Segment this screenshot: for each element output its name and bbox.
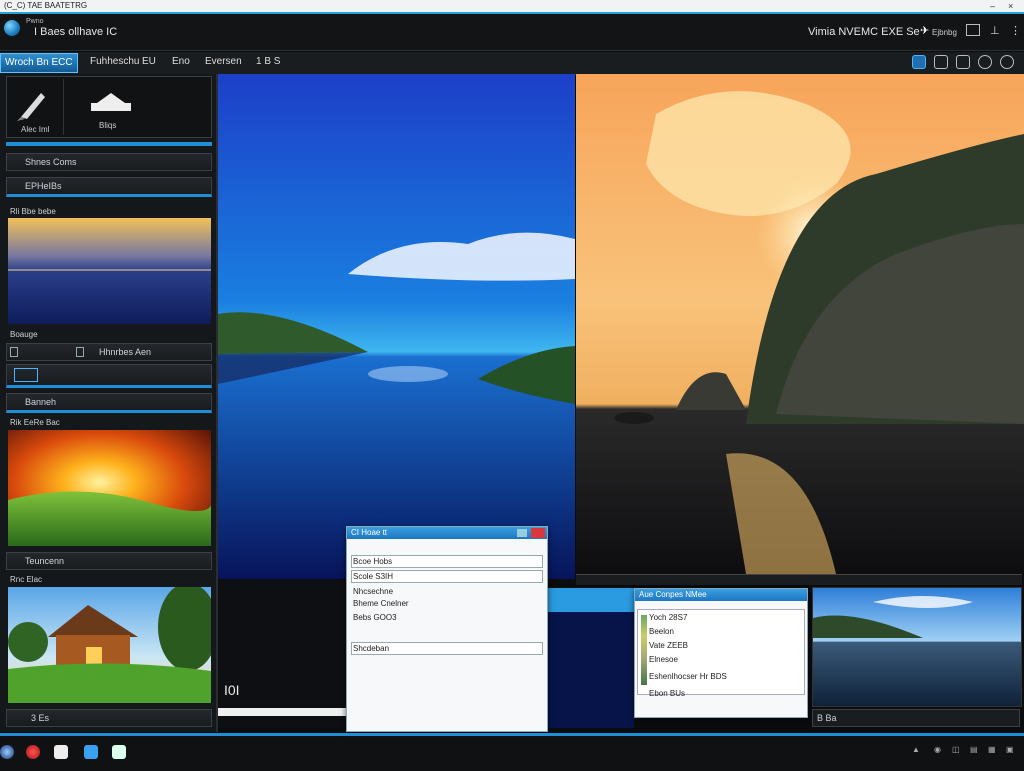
file-icon[interactable] xyxy=(76,347,84,357)
tray-notify-icon[interactable]: ▣ xyxy=(1006,745,1014,754)
dialog-row-6: Shcdeban xyxy=(353,644,390,653)
dialog-options: CI Hoae tt Bcoe Hobs Scole S3IH Nhcsechn… xyxy=(346,526,548,732)
section1-footer: Boauge xyxy=(10,330,38,339)
header-select[interactable]: Ejbnbg xyxy=(932,28,957,37)
pin-icon[interactable]: ⊥ xyxy=(990,24,1000,37)
section2-label: Rik EeRe Bac xyxy=(10,418,60,427)
draw-tool-icon[interactable] xyxy=(15,87,55,121)
file-row-2[interactable]: Beelon xyxy=(649,627,674,636)
tray-volume-icon[interactable]: ◫ xyxy=(952,745,960,754)
checkbox-icon[interactable] xyxy=(10,347,18,357)
monitor-icon[interactable] xyxy=(14,368,38,382)
tab-2[interactable]: EU xyxy=(142,56,156,67)
browser-icon[interactable] xyxy=(26,745,40,759)
panel-bottom-bar[interactable]: 3 Es xyxy=(6,709,212,727)
dialog-row-5[interactable]: Bebs GOO3 xyxy=(353,613,397,622)
section1-label: Rli Bbe bebe xyxy=(10,207,56,216)
section3-label: Rnc Elac xyxy=(10,575,43,584)
timeline-bar[interactable] xyxy=(576,574,1022,585)
dialog-row-2: Scole S3IH xyxy=(353,572,394,581)
files-icon[interactable] xyxy=(112,745,126,759)
tab-3[interactable]: Eno xyxy=(172,56,190,67)
more-icon[interactable]: ⋮ xyxy=(1010,24,1021,37)
explorer-icon[interactable] xyxy=(84,745,98,759)
file-type-icons xyxy=(641,615,647,685)
accent-divider xyxy=(6,142,212,146)
dialog-file-list-title: Aue Conpes NMee xyxy=(635,589,807,601)
dialog-close-icon[interactable] xyxy=(531,528,545,538)
app-logo-icon xyxy=(4,20,20,36)
app-name: I Baes ollhave IC xyxy=(34,26,118,38)
panel-row-5[interactable]: Banneh xyxy=(6,393,212,413)
dialog-row-4[interactable]: Bheme Cnelner xyxy=(353,599,409,608)
mini-photo-water[interactable] xyxy=(548,588,634,728)
overlay-text: I0I xyxy=(224,682,240,698)
photo-thumb-coast[interactable] xyxy=(812,587,1022,707)
save-icon[interactable] xyxy=(934,55,948,69)
close-icon[interactable]: × xyxy=(1008,0,1013,12)
title-strip: (C_C) TAE BAATETRG – × xyxy=(0,0,1024,14)
file-row-3[interactable]: Vate ZEEB xyxy=(649,641,688,650)
tray-arrow-icon[interactable]: ▲ xyxy=(912,745,920,754)
tab-5[interactable]: 1 B S xyxy=(256,56,280,67)
tab-active[interactable]: Wroch Bn ECC xyxy=(0,53,78,73)
thumbnail-ocean[interactable] xyxy=(8,218,211,324)
file-row-1[interactable]: Yoch 28S7 xyxy=(649,613,687,622)
minimize-icon[interactable]: – xyxy=(990,0,995,12)
panel-row-3[interactable]: Hhnrbes Aen xyxy=(6,343,212,361)
window-title: (C_C) TAE BAATETRG xyxy=(4,1,88,10)
start-icon[interactable] xyxy=(0,745,14,759)
panel-row-2[interactable]: EPHeIBs xyxy=(6,177,212,197)
dialog-row-1: Bcoe Hobs xyxy=(353,557,393,566)
panel-row-1[interactable]: Shnes Coms xyxy=(6,153,212,171)
tray-network-icon[interactable]: ◉ xyxy=(934,745,941,754)
panel-row-6[interactable]: Teuncenn xyxy=(6,552,212,570)
tab-1[interactable]: Fuhheschu xyxy=(90,56,139,67)
tools-card: Alec Iml Bliqs xyxy=(6,76,212,138)
app-subtitle: Pwno xyxy=(26,18,44,25)
dialog-row-3: Nhcsechne xyxy=(353,587,394,596)
toggle-icon[interactable] xyxy=(978,55,992,69)
thumb-caption-bar[interactable]: B Ba xyxy=(812,709,1020,727)
dialog-options-title: CI Hoae tt xyxy=(347,527,547,539)
info-icon[interactable] xyxy=(912,55,926,69)
tab-4[interactable]: Eversen xyxy=(205,56,242,67)
tool-label-2: Bliqs xyxy=(99,121,117,130)
file-row-5[interactable]: Eshenlhocser Hr BDS xyxy=(649,672,727,681)
progress-strip xyxy=(218,708,346,716)
plane-icon[interactable]: ✈ xyxy=(920,24,929,37)
preview-panel xyxy=(218,580,346,728)
window-icon[interactable] xyxy=(966,24,980,36)
file-row-4[interactable]: Elnesoe xyxy=(649,655,678,664)
landmark-icon[interactable] xyxy=(87,91,135,117)
tool-label-1: Alec Iml xyxy=(21,125,50,134)
document-icon[interactable] xyxy=(54,745,68,759)
tray-keyboard-icon[interactable]: ▦ xyxy=(988,745,996,754)
dialog-file-list: Aue Conpes NMee Yoch 28S7 Beelon Vate ZE… xyxy=(634,588,808,718)
cloud-icon[interactable] xyxy=(1000,55,1014,69)
tray-battery-icon[interactable]: ▤ xyxy=(970,745,978,754)
thumbnail-sunset-field[interactable] xyxy=(8,430,211,546)
main-photo-cliff-sunset[interactable] xyxy=(576,74,1024,574)
dialog-min-icon[interactable] xyxy=(517,529,527,537)
layout-icon[interactable] xyxy=(956,55,970,69)
header-status: Vimia NVEMC EXE Se xyxy=(808,26,920,38)
file-row-6[interactable]: Ebon BUs xyxy=(649,689,685,698)
thumbnail-cabin[interactable] xyxy=(8,587,211,703)
taskbar xyxy=(0,733,1024,771)
main-photo-lake[interactable] xyxy=(218,74,575,579)
